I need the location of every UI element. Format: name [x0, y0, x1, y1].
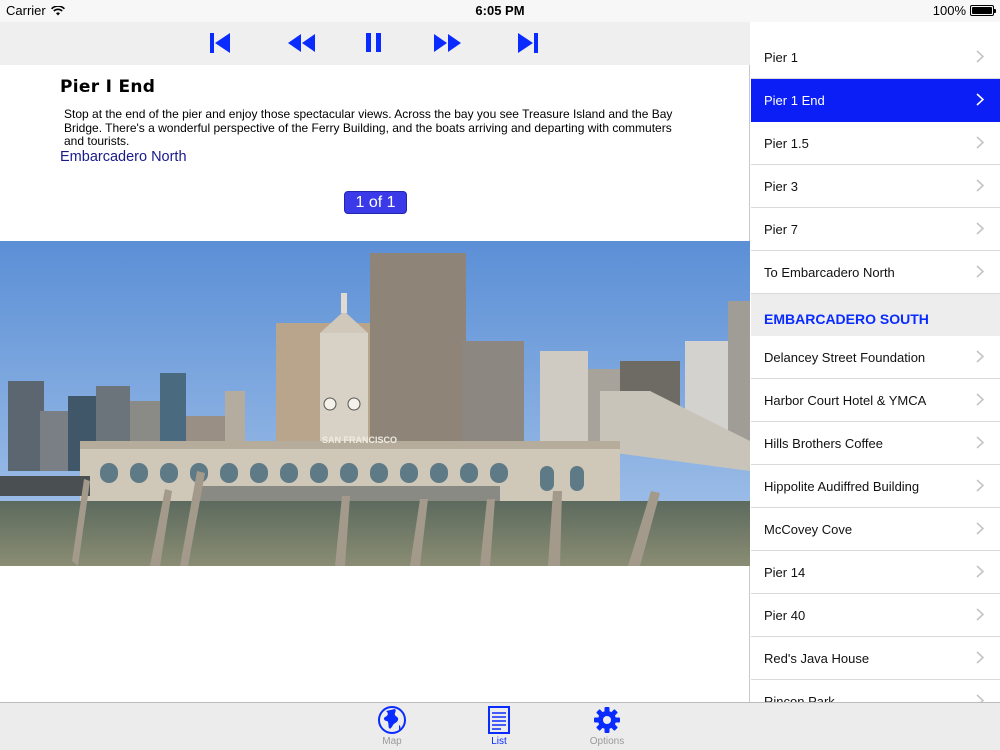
battery-percent: 100%	[932, 3, 966, 18]
list-item-label: Pier 40	[764, 608, 806, 623]
location-list[interactable]: Pier 1 Pier 1 End Pier 1.5 Pier 3 Pier 7…	[751, 22, 1000, 702]
document-icon	[488, 706, 510, 734]
section-header: EMBARCADERO SOUTH	[751, 294, 1000, 336]
list-item[interactable]: Pier 3	[751, 165, 1000, 208]
list-item[interactable]: Pier 40	[751, 594, 1000, 637]
list-item-label: McCovey Cove	[764, 522, 853, 537]
list-item-label: Pier 3	[764, 179, 798, 194]
chevron-right-icon	[976, 265, 984, 278]
tab-map-label: Map	[382, 736, 402, 747]
list-item-label: Pier 14	[764, 565, 806, 580]
list-item-label: Pier 1 End	[764, 93, 825, 108]
area-link[interactable]: Embarcadero North	[60, 149, 187, 165]
chevron-right-icon	[976, 136, 984, 149]
chevron-right-icon	[976, 222, 984, 235]
list-item-label: Pier 7	[764, 222, 798, 237]
list-item[interactable]: Hippolite Audiffred Building	[751, 465, 1000, 508]
detail-pane: Pier I End Stop at the end of the pier a…	[0, 22, 750, 702]
tab-map[interactable]: Map	[362, 705, 422, 747]
chevron-right-icon	[976, 50, 984, 63]
list-item[interactable]: Pier 1	[751, 36, 1000, 79]
skip-to-start-button[interactable]	[209, 32, 231, 54]
chevron-right-icon	[976, 608, 984, 621]
list-item[interactable]: Pier 14	[751, 551, 1000, 594]
chevron-right-icon	[976, 179, 984, 192]
battery-icon	[970, 5, 996, 16]
list-item-label: Pier 1	[764, 50, 798, 65]
chevron-right-icon	[976, 436, 984, 449]
skip-to-end-button[interactable]	[517, 32, 539, 54]
list-item-label: Pier 1.5	[764, 136, 809, 151]
clock: 6:05 PM	[475, 3, 525, 18]
list-item-label: Red's Java House	[764, 651, 870, 666]
tab-list[interactable]: List	[469, 705, 529, 747]
tab-list-label: List	[491, 736, 507, 747]
audio-player-toolbar	[0, 22, 750, 65]
tab-options-label: Options	[589, 736, 625, 747]
list-item-label: Delancey Street Foundation	[764, 350, 926, 365]
status-bar: Carrier 6:05 PM 100%	[0, 0, 1000, 22]
list-item[interactable]: Delancey Street Foundation	[751, 336, 1000, 379]
chevron-right-icon	[976, 479, 984, 492]
list-item-label: Hills Brothers Coffee	[764, 436, 883, 451]
section-header-label: EMBARCADERO SOUTH	[764, 311, 929, 327]
photo-pager[interactable]: 1 of 1	[344, 191, 407, 214]
tab-bar: Map List Options	[0, 702, 1000, 750]
rewind-icon	[288, 34, 315, 52]
skip-to-end-icon	[518, 33, 538, 53]
chevron-right-icon	[976, 565, 984, 578]
photo-sign-text: SAN FRANCISCO	[322, 435, 397, 445]
gear-icon	[594, 707, 620, 733]
rewind-button[interactable]	[287, 32, 317, 54]
ferry-building-photo: SAN FRANCISCO	[0, 241, 750, 566]
list-item[interactable]: Harbor Court Hotel & YMCA	[751, 379, 1000, 422]
globe-icon	[378, 706, 406, 734]
chevron-right-icon	[976, 694, 984, 702]
chevron-right-icon	[976, 350, 984, 363]
pause-icon	[366, 33, 381, 52]
chevron-right-icon	[976, 393, 984, 406]
list-item[interactable]: Pier 1.5	[751, 122, 1000, 165]
page-title: Pier I End	[60, 77, 156, 97]
chevron-right-icon	[976, 93, 984, 106]
list-item-label: Rincon Park	[764, 694, 835, 702]
tab-options[interactable]: Options	[577, 705, 637, 747]
chevron-right-icon	[976, 651, 984, 664]
list-item[interactable]: Pier 7	[751, 208, 1000, 251]
skip-to-start-icon	[210, 33, 230, 53]
list-item[interactable]: Hills Brothers Coffee	[751, 422, 1000, 465]
pause-button[interactable]	[365, 32, 383, 54]
list-item[interactable]: McCovey Cove	[751, 508, 1000, 551]
location-photo: SAN FRANCISCO	[0, 241, 750, 566]
list-item-selected[interactable]: Pier 1 End	[751, 79, 1000, 122]
list-item[interactable]: To Embarcadero North	[751, 251, 1000, 294]
description-text: Stop at the end of the pier and enjoy th…	[64, 107, 673, 148]
list-item-label: Harbor Court Hotel & YMCA	[764, 393, 927, 408]
list-item[interactable]: Red's Java House	[751, 637, 1000, 680]
chevron-right-icon	[976, 522, 984, 535]
list-item-label: To Embarcadero North	[764, 265, 895, 280]
list-item-label: Hippolite Audiffred Building	[764, 479, 920, 494]
fast-forward-button[interactable]	[432, 32, 462, 54]
battery-indicator: 100%	[932, 3, 996, 18]
list-item[interactable]: Rincon Park	[751, 680, 1000, 702]
fast-forward-icon	[434, 34, 461, 52]
